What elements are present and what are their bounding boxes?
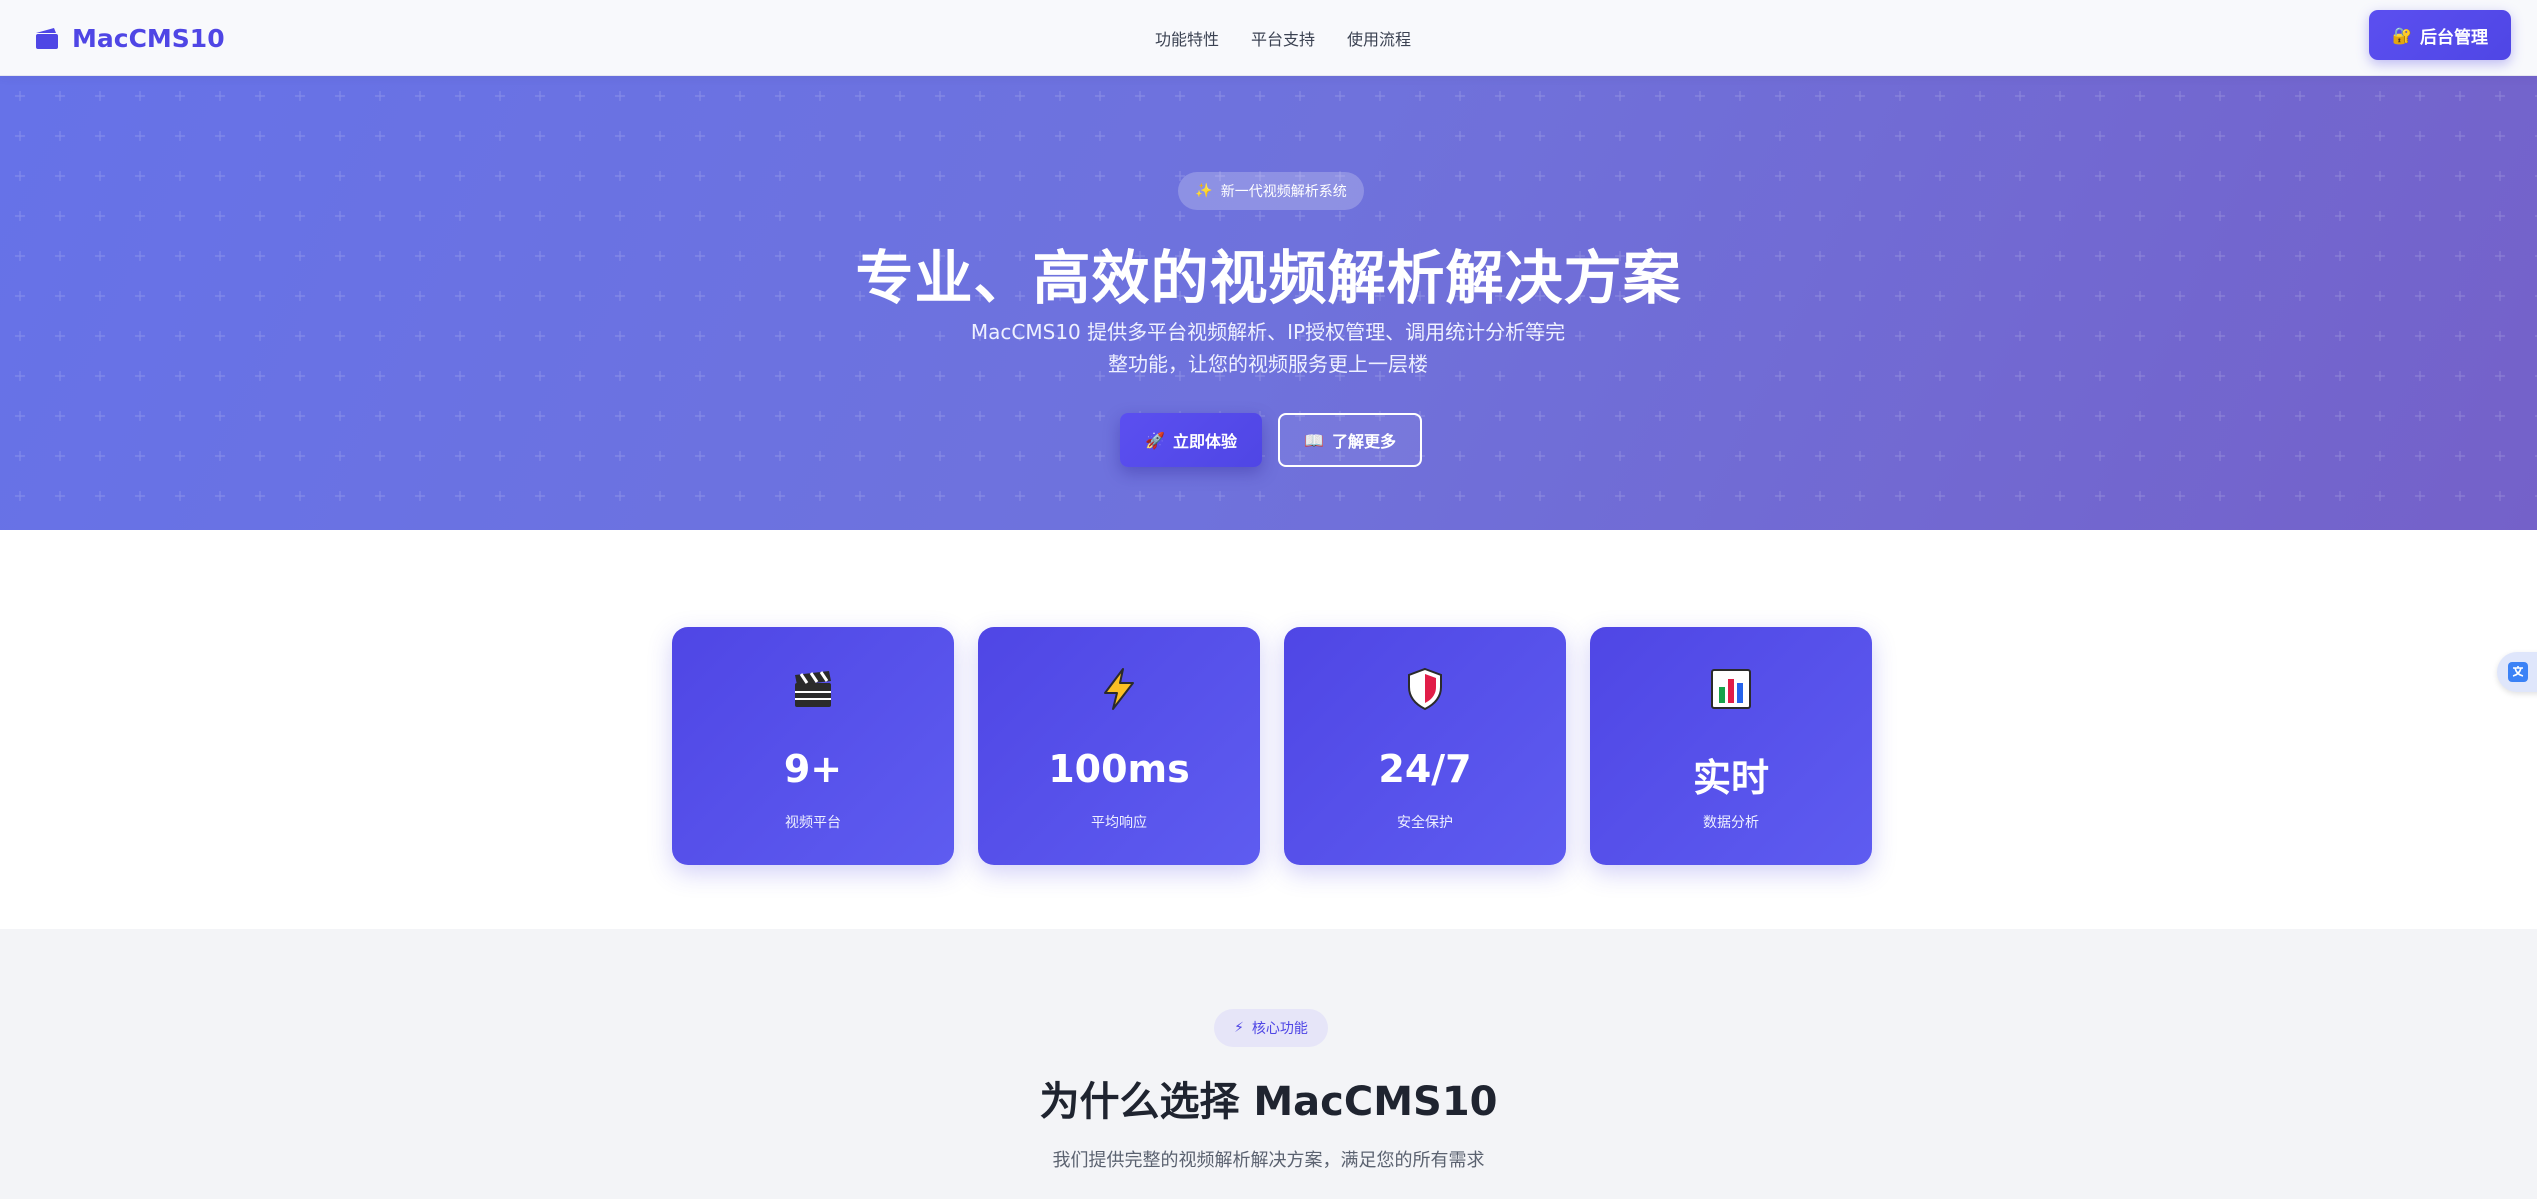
logo-icon [36, 28, 58, 49]
stat-value: 实时 [1692, 756, 1769, 800]
stat-value: 9+ [783, 747, 843, 791]
hero-subtitle-line: 整功能，让您的视频服务更上一层楼 [1108, 352, 1428, 376]
nav-link-features[interactable]: 功能特性 [1155, 26, 1219, 50]
admin-button[interactable]: 🔐 后台管理 [2369, 10, 2511, 60]
lock-icon: 🔐 [2392, 25, 2412, 45]
sparkle-icon: ✨ [1195, 183, 1213, 199]
nav-link-workflow[interactable]: 使用流程 [1347, 26, 1411, 50]
stat-label: 平均响应 [1091, 815, 1147, 831]
clapperboard-icon [672, 667, 954, 721]
stat-card-security: 24/7 安全保护 [1284, 627, 1566, 865]
features-title: 为什么选择 MacCMS10 [1039, 1079, 1498, 1125]
try-now-label: 立即体验 [1172, 432, 1237, 451]
main-nav: 功能特性 平台支持 使用流程 [1155, 22, 1411, 54]
hero-title: 专业、高效的视频解析解决方案 [855, 244, 1682, 312]
bar-chart-icon [1590, 667, 1872, 721]
hero-badge: ✨ 新一代视频解析系统 [1178, 172, 1364, 210]
learn-more-button[interactable]: 📖 了解更多 [1278, 413, 1422, 467]
stat-card-platforms: 9+ 视频平台 [672, 627, 954, 865]
lightning-icon: ⚡ [1234, 1020, 1244, 1036]
stat-card-analytics: 实时 数据分析 [1590, 627, 1872, 865]
translate-widget[interactable] [2497, 652, 2537, 692]
rocket-icon: 🚀 [1145, 430, 1165, 450]
logo[interactable]: MacCMS10 [34, 20, 225, 56]
features-section: ⚡ 核心功能 为什么选择 MacCMS10 我们提供完整的视频解析解决方案，满足… [0, 929, 2537, 1199]
stat-value: 24/7 [1378, 747, 1472, 791]
hero-badge-text: 新一代视频解析系统 [1220, 184, 1347, 200]
features-badge: ⚡ 核心功能 [1214, 1009, 1328, 1047]
features-subtitle: 我们提供完整的视频解析解决方案，满足您的所有需求 [1052, 1150, 1485, 1171]
features-badge-text: 核心功能 [1251, 1021, 1308, 1037]
stat-label: 安全保护 [1397, 815, 1453, 831]
book-icon: 📖 [1304, 430, 1324, 450]
stat-label: 视频平台 [785, 815, 841, 831]
stat-card-response: 100ms 平均响应 [978, 627, 1260, 865]
shield-icon [1284, 667, 1566, 721]
admin-button-label: 后台管理 [2419, 27, 2488, 48]
hero-subtitle: MacCMS10 提供多平台视频解析、IP授权管理、调用统计分析等完 整功能，让… [968, 316, 1568, 380]
lightning-icon [978, 667, 1260, 721]
stat-value: 100ms [1048, 747, 1190, 791]
try-now-button[interactable]: 🚀 立即体验 [1120, 413, 1262, 467]
hero-subtitle-line: MacCMS10 提供多平台视频解析、IP授权管理、调用统计分析等完 [970, 320, 1566, 344]
hero-section: ✨ 新一代视频解析系统 专业、高效的视频解析解决方案 MacCMS10 提供多平… [0, 76, 2537, 530]
nav-link-platforms[interactable]: 平台支持 [1251, 26, 1315, 50]
stat-label: 数据分析 [1703, 815, 1759, 831]
logo-text: MacCMS10 [72, 23, 225, 53]
learn-more-label: 了解更多 [1331, 432, 1396, 451]
translate-icon [2508, 662, 2528, 682]
top-navbar: MacCMS10 功能特性 平台支持 使用流程 🔐 后台管理 [0, 0, 2537, 76]
